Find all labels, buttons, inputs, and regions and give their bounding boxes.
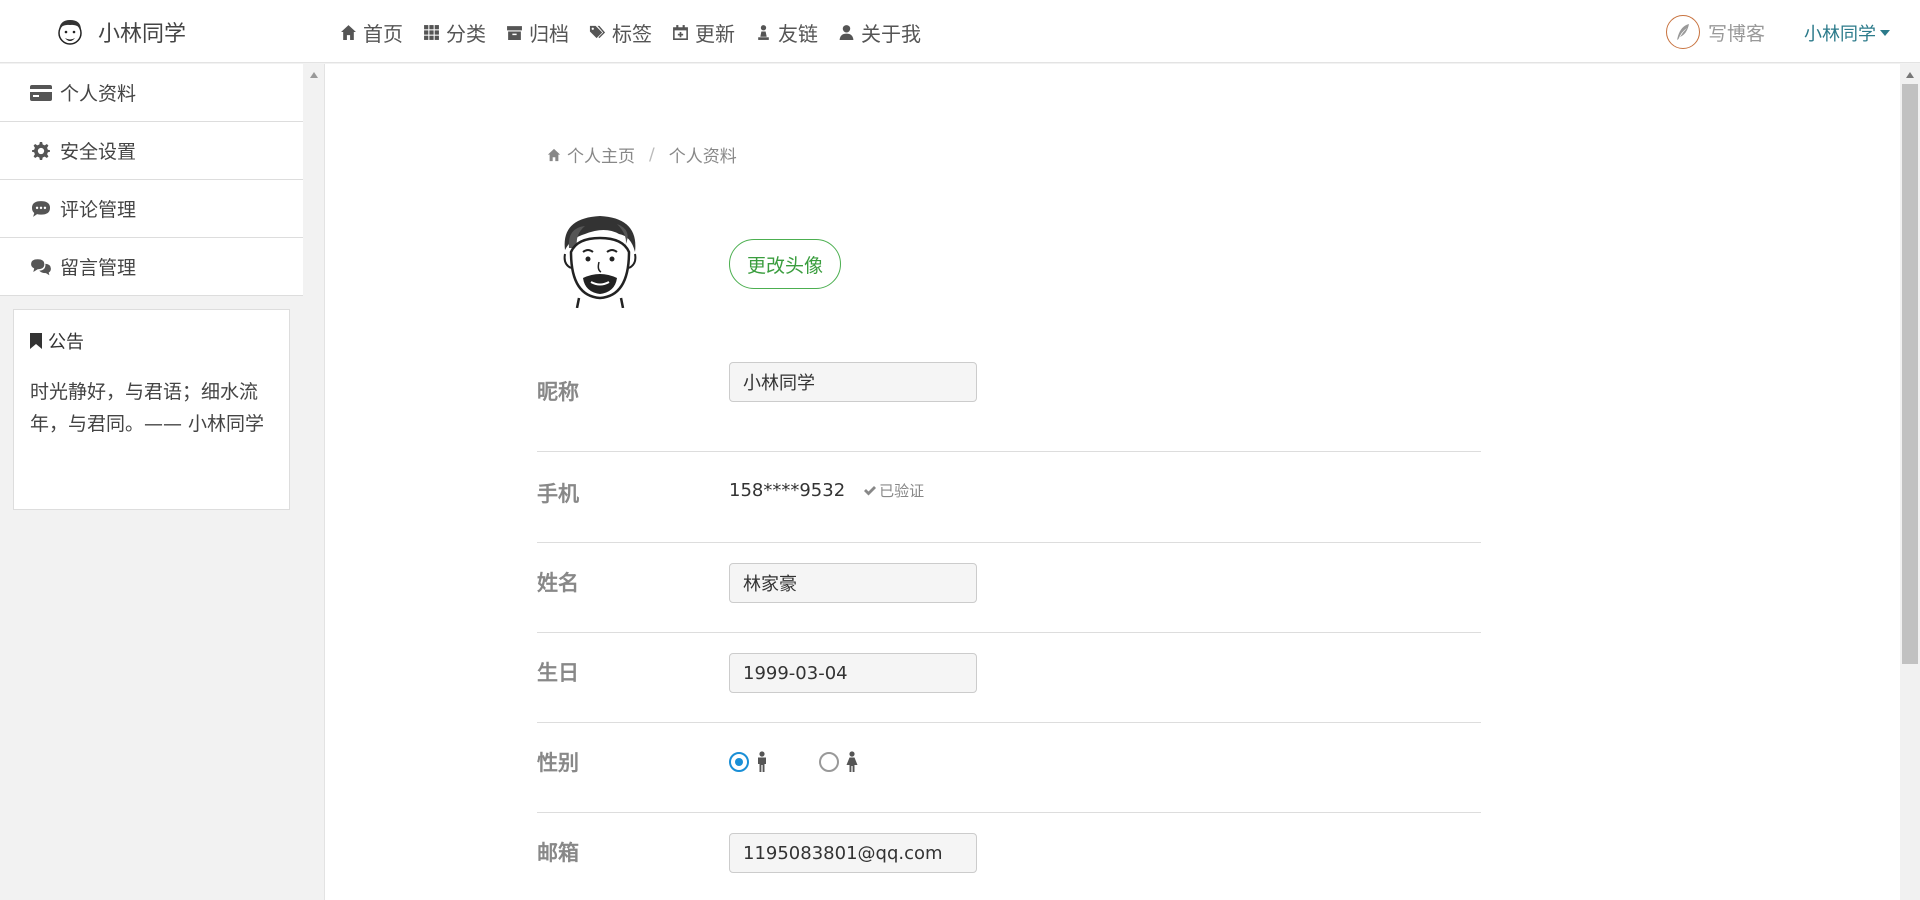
form-row-name: 姓名 林家豪 — [537, 543, 1481, 633]
sidebar-item-label: 安全设置 — [60, 141, 137, 163]
profile-form: 昵称 小林同学 手机 158****9532 已验证 姓名 林家豪 生日 199… — [537, 362, 1481, 900]
write-blog-label: 写博客 — [1708, 22, 1766, 45]
nav-category[interactable]: 分类 — [423, 18, 486, 46]
nav-about-label: 关于我 — [861, 21, 921, 46]
birthday-label: 生日 — [537, 661, 579, 685]
nav-home-label: 首页 — [363, 21, 403, 46]
gear-icon — [32, 141, 50, 160]
chess-pawn-icon — [758, 24, 769, 40]
gender-female-option[interactable] — [819, 751, 859, 773]
user-icon — [839, 24, 854, 40]
comments-icon — [31, 258, 51, 275]
main-nav: 首页 分类 归档 标签 更新 友链 关于我 — [340, 18, 941, 46]
phone-number: 158****9532 — [729, 480, 846, 501]
breadcrumb: 个人主页 / 个人资料 — [547, 142, 737, 167]
nav-updates-label: 更新 — [695, 21, 735, 46]
gender-male-option[interactable] — [729, 751, 769, 773]
form-row-nickname: 昵称 小林同学 — [537, 362, 1481, 452]
gender-radio-group — [729, 751, 909, 773]
check-icon — [864, 485, 877, 495]
home-icon — [547, 148, 561, 161]
sidebar-scrollbar[interactable] — [304, 64, 324, 900]
gender-male-radio[interactable] — [729, 752, 749, 772]
sidebar-item-security[interactable]: 安全设置 — [0, 122, 303, 180]
nav-about[interactable]: 关于我 — [838, 18, 921, 46]
brand[interactable]: 小林同学 — [54, 14, 186, 50]
main-content: 个人主页 / 个人资料 更改头像 昵称 小林同学 手机 158****9532 — [324, 64, 1900, 900]
top-navbar: 小林同学 首页 分类 归档 标签 更新 友链 关于我 写博客 小林同学 — [0, 0, 1920, 63]
nav-tags-label: 标签 — [612, 21, 652, 46]
sidebar-item-profile[interactable]: 个人资料 — [0, 64, 303, 122]
notice-title: 公告 — [30, 328, 273, 354]
nav-archive-label: 归档 — [529, 21, 569, 46]
name-input[interactable]: 林家豪 — [729, 563, 977, 603]
archive-icon — [507, 25, 522, 40]
verified-badge: 已验证 — [863, 480, 924, 501]
sidebar-item-label: 留言管理 — [60, 257, 137, 279]
nav-archive[interactable]: 归档 — [506, 18, 569, 46]
nav-home[interactable]: 首页 — [340, 18, 403, 46]
nav-friend-links-label: 友链 — [778, 21, 818, 46]
bookmark-icon — [30, 333, 42, 349]
name-label: 姓名 — [537, 571, 579, 595]
brand-name: 小林同学 — [98, 22, 187, 47]
notice-body: 时光静好，与君语；细水流年，与君同。—— 小林同学 — [30, 381, 265, 435]
calendar-plus-icon — [673, 24, 688, 40]
user-name: 小林同学 — [1804, 24, 1876, 45]
profile-avatar — [563, 216, 637, 308]
gender-label: 性别 — [537, 751, 579, 775]
scrollbar-thumb[interactable] — [1902, 84, 1918, 664]
form-row-birthday: 生日 1999-03-04 — [537, 633, 1481, 723]
nav-friend-links[interactable]: 友链 — [755, 18, 818, 46]
phone-label: 手机 — [537, 482, 579, 506]
email-input[interactable]: 1195083801@qq.com — [729, 833, 977, 873]
credit-card-icon — [30, 84, 52, 101]
verified-text: 已验证 — [879, 482, 925, 500]
sidebar-item-comments[interactable]: 评论管理 — [0, 180, 303, 238]
phone-value: 158****9532 已验证 — [729, 480, 924, 501]
form-row-phone: 手机 158****9532 已验证 — [537, 452, 1481, 543]
gender-female-radio[interactable] — [819, 752, 839, 772]
nav-updates[interactable]: 更新 — [672, 18, 735, 46]
scroll-up-arrow-icon[interactable] — [1906, 72, 1914, 78]
nav-category-label: 分类 — [446, 21, 486, 46]
breadcrumb-home[interactable]: 个人主页 — [567, 142, 635, 167]
birthday-input[interactable]: 1999-03-04 — [729, 653, 977, 693]
email-label: 邮箱 — [537, 841, 579, 865]
comment-icon — [32, 200, 50, 217]
breadcrumb-current: 个人资料 — [668, 147, 737, 167]
scroll-up-arrow-icon[interactable] — [310, 72, 318, 78]
write-blog-link[interactable]: 写博客 — [1666, 15, 1765, 49]
nickname-label: 昵称 — [537, 380, 579, 404]
male-icon — [758, 751, 766, 772]
user-dropdown[interactable]: 小林同学 — [1804, 20, 1890, 46]
sidebar-item-label: 评论管理 — [60, 199, 137, 221]
caret-down-icon — [1880, 30, 1890, 36]
brand-avatar-icon — [58, 20, 82, 45]
nickname-input[interactable]: 小林同学 — [729, 362, 977, 402]
tags-icon — [589, 25, 606, 38]
grid-icon — [424, 24, 439, 40]
change-avatar-button[interactable]: 更改头像 — [729, 239, 841, 289]
form-row-email: 邮箱 1195083801@qq.com — [537, 813, 1481, 900]
sidebar-item-messages[interactable]: 留言管理 — [0, 238, 303, 296]
form-row-gender: 性别 — [537, 723, 1481, 813]
quill-icon — [1666, 15, 1700, 49]
home-icon — [341, 24, 356, 40]
female-icon — [846, 751, 858, 772]
page-scrollbar[interactable] — [1900, 64, 1920, 900]
notice-title-text: 公告 — [48, 332, 84, 353]
notice-panel: 公告 时光静好，与君语；细水流年，与君同。—— 小林同学 — [13, 309, 290, 510]
sidebar: 个人资料 安全设置 评论管理 留言管理 公告 时光静好，与君语；细水流年，与君同… — [0, 64, 303, 900]
sidebar-item-label: 个人资料 — [60, 83, 137, 105]
nav-tags[interactable]: 标签 — [589, 18, 652, 46]
breadcrumb-separator: / — [649, 144, 655, 165]
